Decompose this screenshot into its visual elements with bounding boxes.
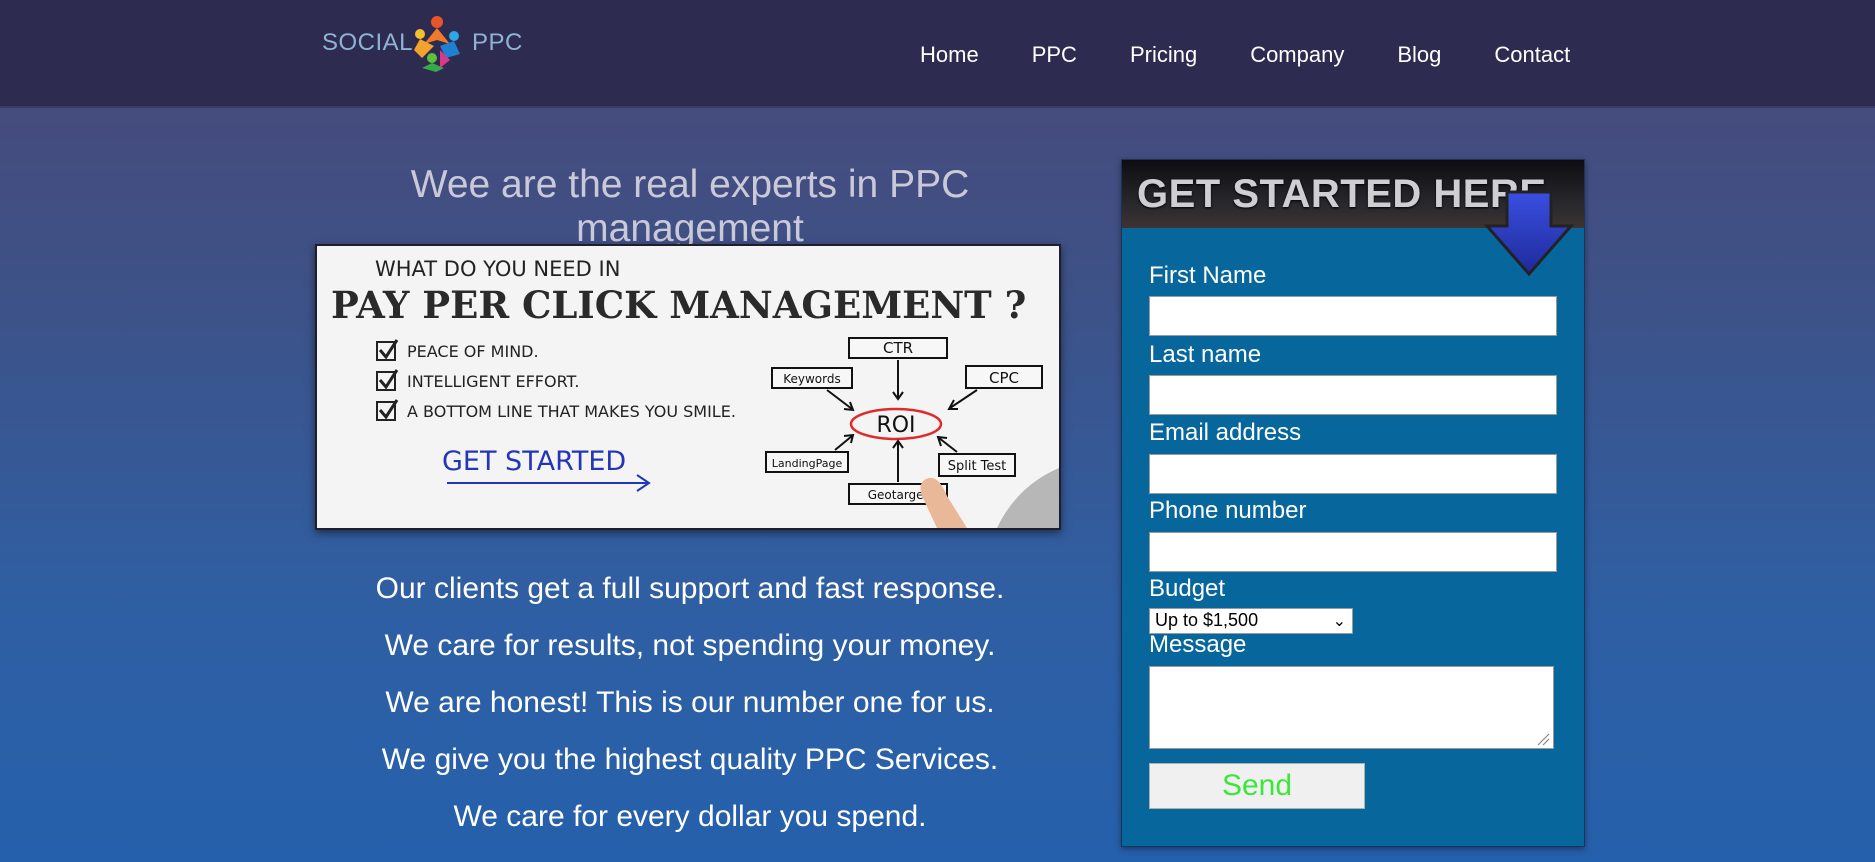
phone-label: Phone number (1149, 497, 1307, 524)
last-name-input[interactable] (1149, 375, 1557, 415)
diagram-node-label: CTR (883, 339, 913, 357)
arrow-down-icon (1483, 190, 1575, 277)
get-started-form: GET STARTED HERE First Name Last name Em… (1121, 159, 1585, 847)
feature-item: Our clients get a full support and fast … (375, 572, 1005, 605)
page-headline: Wee are the real experts in PPC manageme… (410, 163, 970, 250)
first-name-input[interactable] (1149, 296, 1557, 336)
nav-item-pricing[interactable]: Pricing (1130, 42, 1197, 68)
diagram-node-label: CPC (989, 369, 1019, 387)
diagram-node-label: LandingPage (772, 457, 843, 470)
message-label: Message (1149, 631, 1247, 658)
feature-item: We care for every dollar you spend. (453, 800, 927, 833)
site-header: SOCIAL PPC Home PPC Pricing Company Blog… (0, 0, 1875, 108)
resize-grip-icon[interactable] (1536, 732, 1550, 746)
phone-input[interactable] (1149, 532, 1557, 572)
banner-line2: PAY PER CLICK MANAGEMENT ? (331, 283, 1026, 327)
last-name-label: Last name (1149, 341, 1262, 368)
features-list: Our clients get a full support and fast … (300, 568, 1080, 853)
nav-item-company[interactable]: Company (1250, 42, 1344, 68)
diagram-node-label: Split Test (948, 459, 1007, 474)
budget-label: Budget (1149, 575, 1226, 602)
nav-item-contact[interactable]: Contact (1494, 42, 1570, 68)
logo[interactable]: SOCIAL PPC (322, 12, 522, 76)
email-input[interactable] (1149, 454, 1557, 494)
diagram-center-label: ROI (876, 413, 915, 438)
feature-item: We give you the highest quality PPC Serv… (381, 743, 999, 776)
nav-item-home[interactable]: Home (920, 42, 979, 68)
main-nav: Home PPC Pricing Company Blog Contact (920, 42, 1623, 68)
checklist-item: A BOTTOM LINE THAT MAKES YOU SMILE. (407, 402, 736, 421)
first-name-label: First Name (1149, 262, 1267, 289)
nav-item-ppc[interactable]: PPC (1032, 42, 1077, 68)
feature-item: We care for results, not spending your m… (384, 629, 996, 662)
diagram-node-label: Geotarget (868, 488, 929, 502)
nav-item-blog[interactable]: Blog (1397, 42, 1441, 68)
logo-people-icon (414, 16, 460, 72)
ppc-banner-image[interactable]: WHAT DO YOU NEED IN PAY PER CLICK MANAGE… (315, 244, 1061, 530)
logo-text-left: SOCIAL (322, 29, 414, 56)
banner-line1: WHAT DO YOU NEED IN (375, 257, 620, 281)
email-label: Email address (1149, 419, 1302, 446)
banner-cta[interactable]: GET STARTED (442, 446, 626, 477)
feature-item: We are honest! This is our number one fo… (385, 686, 995, 719)
chevron-down-icon: ⌄ (1332, 613, 1346, 630)
checklist-item: PEACE OF MIND. (407, 342, 539, 361)
budget-selected-value: Up to $1,500 (1155, 610, 1259, 630)
message-textarea[interactable] (1149, 666, 1554, 749)
logo-text-right: PPC (472, 29, 523, 56)
checklist-item: INTELLIGENT EFFORT. (407, 372, 579, 391)
diagram-node-label: Keywords (783, 372, 841, 386)
send-button[interactable]: Send (1149, 763, 1365, 809)
